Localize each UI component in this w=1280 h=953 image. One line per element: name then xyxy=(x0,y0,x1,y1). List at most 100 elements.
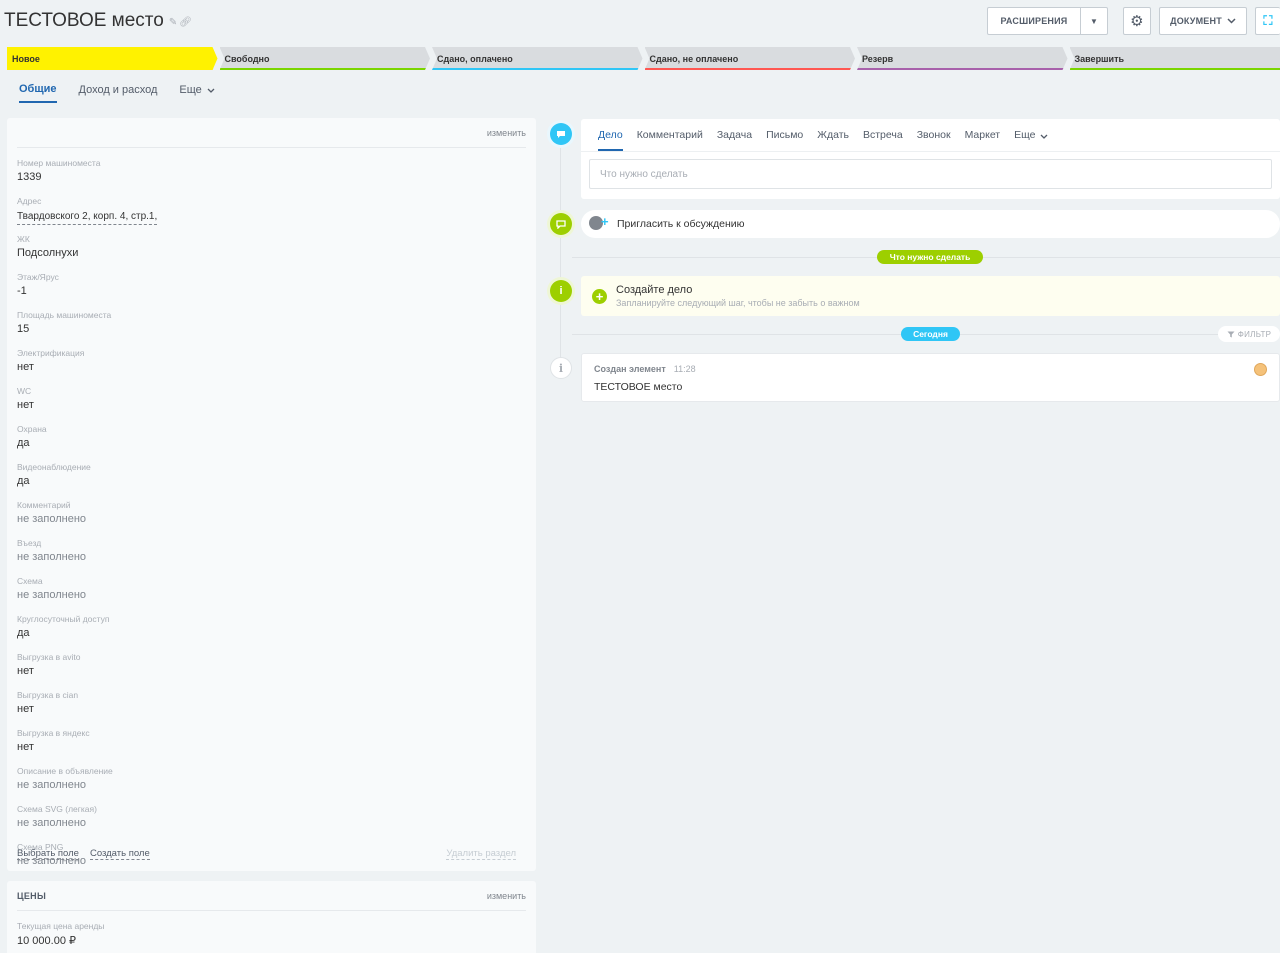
field-value: не заполнено xyxy=(17,817,87,829)
title-text: ТЕСТОВОЕ место xyxy=(4,10,164,31)
stage-item[interactable]: Новое xyxy=(7,47,218,70)
stage-item[interactable]: Резерв xyxy=(857,47,1068,70)
composer-tab[interactable]: Звонок xyxy=(917,129,951,151)
stage-color-bar xyxy=(1069,68,1280,70)
card-header: ЦЕНЫ изменить xyxy=(17,881,526,911)
edit-link[interactable]: изменить xyxy=(487,891,526,901)
filter-button[interactable]: ФИЛЬТР xyxy=(1218,326,1280,342)
invite-label: Пригласить к обсуждению xyxy=(617,218,745,230)
edit-link[interactable]: изменить xyxy=(487,128,526,138)
settings-button[interactable]: ⚙ xyxy=(1123,7,1151,35)
avatar[interactable] xyxy=(1254,363,1267,376)
composer-tab[interactable]: Задача xyxy=(717,129,752,151)
chevron-down-icon xyxy=(1227,18,1236,24)
field-row: ЖК Подсолнухи xyxy=(17,234,526,270)
stage-item[interactable]: Сдано, оплачено xyxy=(432,47,643,70)
field-label: Охрана xyxy=(17,424,47,434)
timeline-line xyxy=(560,132,561,372)
field-value: не заполнено xyxy=(17,513,87,525)
pencil-icon[interactable]: ✎ xyxy=(169,17,177,28)
stage-color-bar xyxy=(645,68,856,70)
create-field-link[interactable]: Создать поле xyxy=(89,848,150,860)
field-label: Выгрузка в cian xyxy=(17,690,79,700)
field-value: да xyxy=(17,437,30,449)
field-row: Описание в объявление не заполнено xyxy=(17,766,526,802)
document-button[interactable]: ДОКУМЕНТ xyxy=(1159,7,1247,35)
stage-label: Новое xyxy=(12,53,40,64)
composer-tab[interactable]: Встреча xyxy=(863,129,903,151)
field-row: Этаж/Ярус -1 xyxy=(17,272,526,308)
field-label: Комментарий xyxy=(17,500,71,510)
stage-color-bar xyxy=(220,68,431,70)
field-row: Видеонаблюдение да xyxy=(17,462,526,498)
field-row: Номер машиноместа 1339 xyxy=(17,158,526,194)
activity-composer: Дело Комментарий Задача Письмо Ждать Встреча З… xyxy=(581,119,1280,199)
stage-item[interactable]: Сдано, не оплачено xyxy=(645,47,856,70)
field-label: Этаж/Ярус xyxy=(17,272,59,282)
stage-label: Завершить xyxy=(1074,53,1125,64)
composer-tab[interactable]: Дело xyxy=(598,129,623,151)
field-row: Текущая цена аренды 10 000.00 ₽ xyxy=(17,921,526,953)
field-row: Адрес Твардовского 2, корп. 4, стр.1, xyxy=(17,196,526,232)
expand-button[interactable]: ⛶ xyxy=(1255,7,1280,35)
field-row: Схема не заполнено xyxy=(17,576,526,612)
stage-label: Свободно xyxy=(224,53,270,64)
field-value: Подсолнухи xyxy=(17,247,79,259)
field-value: -1 xyxy=(17,285,27,297)
field-value: да xyxy=(17,475,30,487)
composer-tab[interactable]: Комментарий xyxy=(637,129,703,151)
stage-item[interactable]: Свободно xyxy=(220,47,431,70)
invite-to-discussion[interactable]: + Пригласить к обсуждению xyxy=(581,210,1280,238)
field-label: Круглосуточный доступ xyxy=(17,614,110,624)
field-list: Текущая цена аренды 10 000.00 ₽ xyxy=(7,911,536,953)
stage-color-bar xyxy=(432,68,643,70)
event-body: ТЕСТОВОЕ место xyxy=(594,381,683,393)
field-row: Электрификация нет xyxy=(17,348,526,384)
divider xyxy=(572,334,1218,335)
field-value: нет xyxy=(17,665,34,677)
gear-icon: ⚙ xyxy=(1130,13,1144,30)
field-value[interactable]: Твардовского 2, корп. 4, стр.1, xyxy=(17,210,158,225)
stage-label: Резерв xyxy=(862,53,894,64)
tab-income-expense[interactable]: Доход и расход xyxy=(79,83,158,103)
field-value: 1339 xyxy=(17,171,42,183)
chat-icon xyxy=(550,123,572,145)
plus-icon: + xyxy=(592,288,607,304)
extensions-button[interactable]: РАСШИРЕНИЯ ▼ xyxy=(987,7,1108,35)
document-label: ДОКУМЕНТ xyxy=(1170,16,1222,26)
page-title: ТЕСТОВОЕ место ✎ 🔗︎ xyxy=(4,10,192,32)
stage-item[interactable]: Завершить xyxy=(1069,47,1280,70)
link-icon[interactable]: 🔗︎ xyxy=(179,17,192,28)
field-value: нет xyxy=(17,703,34,715)
created-event: Создан элемент 11:28 ТЕСТОВОЕ место xyxy=(581,353,1280,402)
chevron-down-icon xyxy=(1040,134,1047,139)
field-row: WC нет xyxy=(17,386,526,422)
field-label: Номер машиноместа xyxy=(17,158,101,168)
tab-more[interactable]: Еще xyxy=(179,83,215,103)
field-value: нет xyxy=(17,361,34,373)
create-task-panel[interactable]: + Создайте дело Запланируйте следующий ш… xyxy=(581,276,1280,316)
select-field-link[interactable]: Выбрать поле xyxy=(17,848,79,860)
field-label: Описание в объявление xyxy=(17,766,113,776)
field-value: не заполнено xyxy=(17,779,87,791)
composer-tab[interactable]: Ждать xyxy=(817,129,849,151)
caret-down-icon[interactable]: ▼ xyxy=(1081,17,1107,26)
composer-tab[interactable]: Письмо xyxy=(766,129,803,151)
filter-icon xyxy=(1227,331,1235,337)
invite-user-icon: + xyxy=(589,214,611,232)
field-value: 15 xyxy=(17,323,30,335)
composer-tab[interactable]: Маркет xyxy=(965,129,1001,151)
field-label: Текущая цена аренды xyxy=(17,921,105,931)
stage-color-bar xyxy=(7,68,218,70)
tab-general[interactable]: Общие xyxy=(19,83,57,103)
field-value: нет xyxy=(17,741,34,753)
task-input[interactable]: Что нужно сделать xyxy=(589,159,1272,189)
field-label: Схема xyxy=(17,576,43,586)
filter-label: ФИЛЬТР xyxy=(1237,329,1272,339)
composer-tabs: Дело Комментарий Задача Письмо Ждать Встреча З… xyxy=(581,119,1280,152)
prices-card: ЦЕНЫ изменить Текущая цена аренды 10 000.… xyxy=(7,881,536,953)
composer-tab[interactable]: Еще xyxy=(1014,129,1047,151)
field-value: не заполнено xyxy=(17,589,87,601)
delete-section-link[interactable]: Удалить раздел xyxy=(446,848,516,860)
fields-card: изменить Номер машиноместа 1339 Адрес Твард… xyxy=(7,118,536,871)
